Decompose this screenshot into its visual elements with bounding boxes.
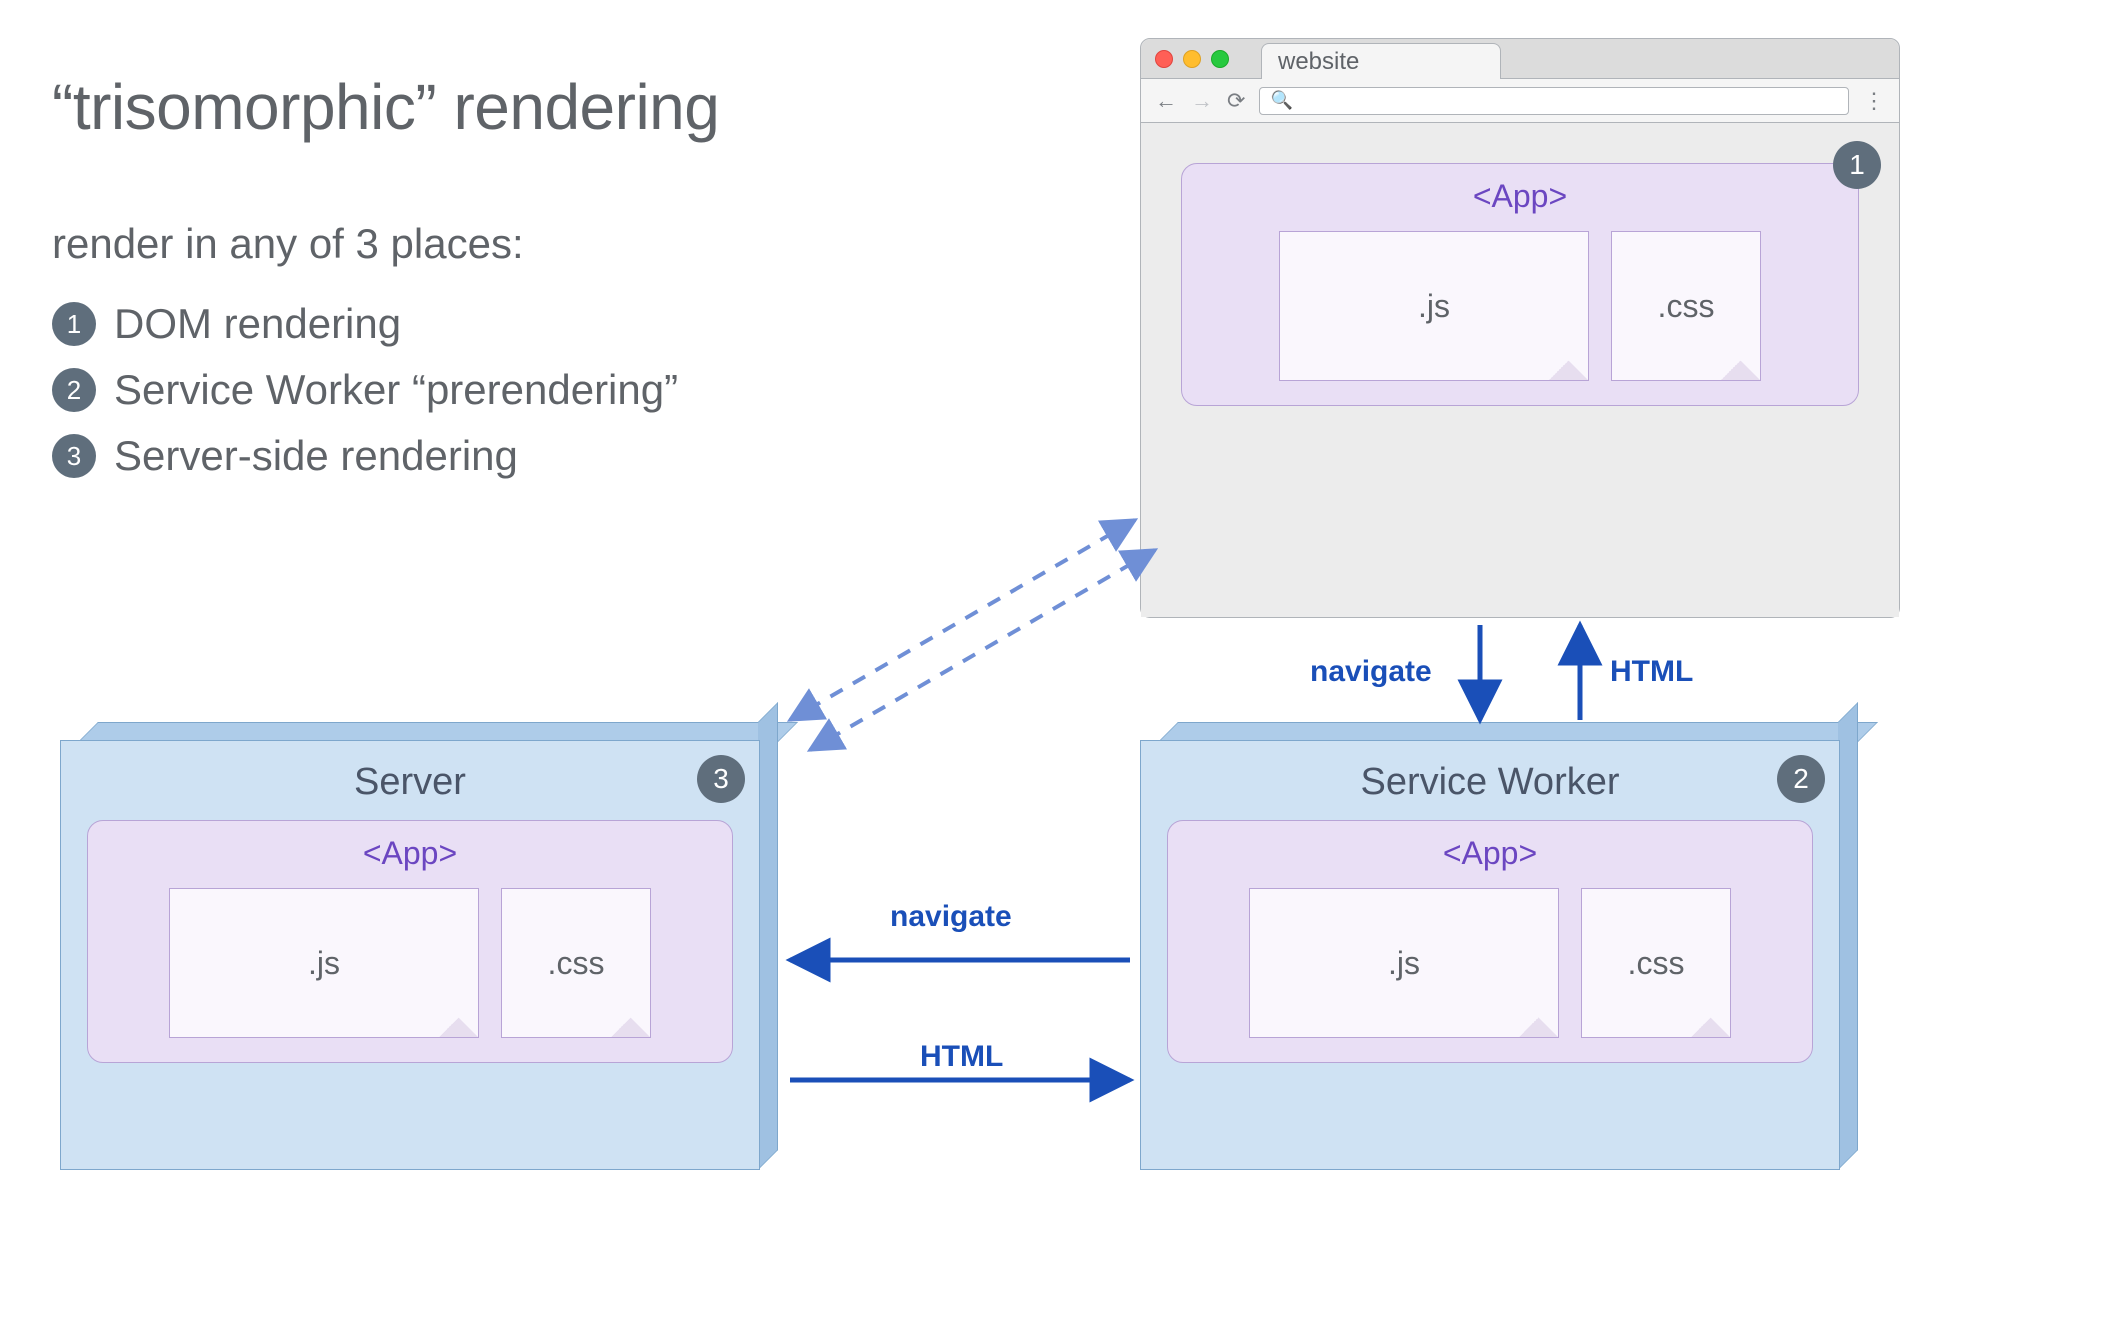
app-box-sw: <App> .js .css	[1167, 820, 1813, 1063]
page-fold-icon	[439, 998, 479, 1038]
browser-window: website ← → ⟳ 🔍 ⋮ 1 <App> .js .css	[1140, 38, 1900, 618]
file-ext: .js	[1418, 288, 1450, 325]
browser-viewport: 1 <App> .js .css	[1141, 123, 1899, 617]
list-badge-3: 3	[52, 434, 96, 478]
browser-badge: 1	[1833, 141, 1881, 189]
address-bar[interactable]: 🔍	[1259, 87, 1849, 115]
app-label: <App>	[1190, 835, 1790, 872]
arrow-label-html-up: HTML	[1610, 655, 1693, 689]
list-item: 3 Server-side rendering	[52, 432, 678, 480]
app-box-browser: <App> .js .css	[1181, 163, 1859, 406]
list-badge-2: 2	[52, 368, 96, 412]
window-minimize-icon[interactable]	[1183, 50, 1201, 68]
file-ext: .js	[308, 945, 340, 982]
panel-right-face	[758, 702, 778, 1170]
list-label-3: Server-side rendering	[114, 432, 518, 480]
arrow-label-navigate-left: navigate	[890, 900, 1012, 934]
page-fold-icon	[1549, 341, 1589, 381]
files-row: .js .css	[110, 888, 710, 1038]
render-places-list: 1 DOM rendering 2 Service Worker “preren…	[52, 300, 678, 498]
panel-top-face	[1158, 722, 1878, 742]
back-icon[interactable]: ←	[1155, 88, 1177, 114]
sw-title: Service Worker	[1167, 761, 1813, 804]
diagram-title: “trisomorphic” rendering	[52, 70, 719, 144]
forward-icon[interactable]: →	[1191, 88, 1213, 114]
app-label: <App>	[1204, 178, 1836, 215]
js-file-icon: .js	[169, 888, 479, 1038]
search-icon: 🔍	[1270, 90, 1292, 111]
list-badge-1: 1	[52, 302, 96, 346]
list-label-1: DOM rendering	[114, 300, 401, 348]
browser-tab[interactable]: website	[1261, 43, 1501, 79]
server-title: Server	[87, 761, 733, 804]
panel-top-face	[78, 722, 798, 742]
page-fold-icon	[611, 998, 651, 1038]
arrow-label-navigate-down: navigate	[1310, 655, 1432, 689]
file-ext: .css	[548, 945, 605, 982]
css-file-icon: .css	[1581, 888, 1731, 1038]
list-label-2: Service Worker “prerendering”	[114, 366, 678, 414]
files-row: .js .css	[1204, 231, 1836, 381]
css-file-icon: .css	[1611, 231, 1761, 381]
list-item: 1 DOM rendering	[52, 300, 678, 348]
js-file-icon: .js	[1249, 888, 1559, 1038]
window-close-icon[interactable]	[1155, 50, 1173, 68]
file-ext: .css	[1658, 288, 1715, 325]
window-maximize-icon[interactable]	[1211, 50, 1229, 68]
list-item: 2 Service Worker “prerendering”	[52, 366, 678, 414]
page-fold-icon	[1721, 341, 1761, 381]
files-row: .js .css	[1190, 888, 1790, 1038]
reload-icon[interactable]: ⟳	[1227, 88, 1245, 114]
browser-titlebar: website	[1141, 39, 1899, 79]
diagram-subtitle: render in any of 3 places:	[52, 220, 524, 268]
arrow-browser-server-dashed-2	[810, 550, 1155, 750]
arrow-label-html-right: HTML	[920, 1040, 1003, 1074]
browser-tab-label: website	[1278, 48, 1359, 76]
js-file-icon: .js	[1279, 231, 1589, 381]
css-file-icon: .css	[501, 888, 651, 1038]
browser-toolbar: ← → ⟳ 🔍 ⋮	[1141, 79, 1899, 123]
app-label: <App>	[110, 835, 710, 872]
panel-right-face	[1838, 702, 1858, 1170]
page-fold-icon	[1519, 998, 1559, 1038]
panel-front-face: 3 Server <App> .js .css	[60, 740, 760, 1170]
panel-front-face: 2 Service Worker <App> .js .css	[1140, 740, 1840, 1170]
file-ext: .js	[1388, 945, 1420, 982]
file-ext: .css	[1628, 945, 1685, 982]
browser-menu-icon[interactable]: ⋮	[1863, 88, 1885, 114]
page-fold-icon	[1691, 998, 1731, 1038]
server-panel: 3 Server <App> .js .css	[60, 740, 760, 1170]
app-box-server: <App> .js .css	[87, 820, 733, 1063]
service-worker-panel: 2 Service Worker <App> .js .css	[1140, 740, 1840, 1170]
arrow-browser-server-dashed-1	[790, 520, 1135, 720]
